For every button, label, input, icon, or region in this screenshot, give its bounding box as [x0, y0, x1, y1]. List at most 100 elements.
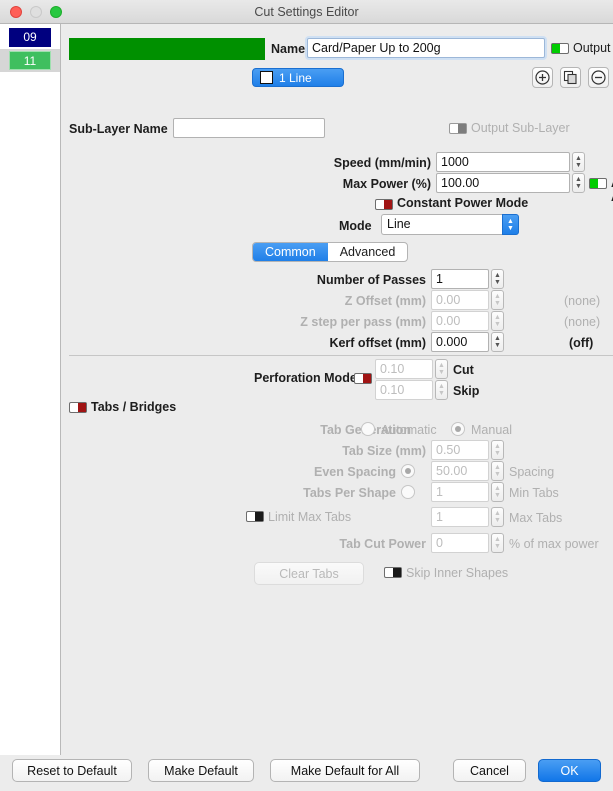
passes-label: Number of Passes [316, 273, 426, 287]
tabs-bridges-toggle[interactable] [69, 402, 87, 413]
passes-input[interactable] [431, 269, 489, 289]
tab-advanced[interactable]: Advanced [328, 243, 408, 261]
cancel-button[interactable]: Cancel [453, 759, 526, 782]
remove-icon [591, 70, 606, 85]
z-offset-input [431, 290, 489, 310]
mode-select[interactable]: Line ▲ ▼ [381, 214, 519, 235]
tab-generation-manual-radio [451, 422, 465, 436]
settings-panel: Name Output 1 Line [61, 24, 613, 755]
duplicate-layer-button[interactable] [560, 67, 581, 88]
window-titlebar: Cut Settings Editor [0, 0, 613, 24]
tab-cut-power-group: ▲▼ [431, 533, 504, 553]
even-spacing-radio [401, 464, 415, 478]
z-step-note: (none) [564, 315, 601, 329]
max-power-label: Max Power (%) [342, 177, 431, 191]
constant-power-toggle[interactable] [375, 199, 393, 210]
tabs-bridges-label: Tabs / Bridges [91, 400, 177, 414]
zoom-button[interactable] [50, 6, 62, 18]
limit-max-tabs-label: Limit Max Tabs [268, 510, 352, 524]
name-input[interactable] [307, 38, 545, 58]
kerf-offset-note: (off) [569, 336, 594, 350]
tab-size-input [431, 440, 489, 460]
kerf-offset-input[interactable] [431, 332, 489, 352]
z-step-label: Z step per pass (mm) [300, 315, 426, 329]
max-power-input[interactable] [436, 173, 570, 193]
perforation-cut-group: ▲▼ [375, 359, 448, 379]
limit-max-tabs-group: ▲▼ [431, 507, 504, 527]
mode-label: Mode [339, 219, 372, 233]
perforation-mode-label: Perforation Mode [254, 371, 357, 385]
z-offset-note: (none) [564, 294, 601, 308]
minimize-button[interactable] [30, 6, 42, 18]
speed-field-group[interactable]: ▲▼ [436, 152, 585, 172]
duplicate-icon [563, 70, 577, 85]
kerf-offset-field-group[interactable]: ▲▼ [431, 332, 504, 352]
dialog-footer: Reset to Default Make Default Make Defau… [0, 755, 613, 791]
tab-size-group: ▲▼ [431, 440, 504, 460]
line-type-label: 1 Line [279, 70, 312, 85]
perforation-skip-label: Skip [453, 384, 480, 398]
perforation-mode-toggle[interactable] [354, 373, 372, 384]
output-sublayer-label: Output Sub-Layer [471, 121, 570, 135]
tab-cut-power-input [431, 533, 489, 553]
speed-label: Speed (mm/min) [333, 156, 431, 170]
tab-generation-automatic-radio [361, 422, 375, 436]
z-step-input [431, 311, 489, 331]
perforation-cut-stepper: ▲ ▼ [435, 359, 448, 379]
ok-button[interactable]: OK [538, 759, 601, 782]
limit-max-tabs-toggle [246, 511, 264, 522]
z-step-field-group: ▲▼ [431, 311, 504, 331]
add-icon [535, 70, 550, 85]
tabs-per-shape-stepper: ▲ ▼ [491, 482, 504, 502]
z-offset-field-group: ▲▼ [431, 290, 504, 310]
make-default-button[interactable]: Make Default [148, 759, 254, 782]
output-label: Output [573, 41, 611, 55]
output-sublayer-toggle[interactable] [449, 123, 467, 134]
limit-max-tabs-stepper: ▲ ▼ [491, 507, 504, 527]
perforation-cut-input [375, 359, 433, 379]
passes-stepper[interactable]: ▲ ▼ [491, 269, 504, 289]
perforation-skip-input [375, 380, 433, 400]
tabs-per-shape-radio [401, 485, 415, 499]
constant-power-label: Constant Power Mode [397, 196, 529, 210]
settings-tabs[interactable]: Common Advanced [252, 242, 409, 262]
sublayer-name-input[interactable] [173, 118, 325, 138]
z-step-stepper: ▲ ▼ [491, 311, 504, 331]
make-default-for-all-button[interactable]: Make Default for All [270, 759, 420, 782]
close-button[interactable] [10, 6, 22, 18]
speed-input[interactable] [436, 152, 570, 172]
layer-color-swatch[interactable] [69, 38, 265, 60]
skip-inner-shapes-toggle [384, 567, 402, 578]
remove-layer-button[interactable] [588, 67, 609, 88]
tab-size-label: Tab Size (mm) [342, 444, 426, 458]
limit-max-tabs-input [431, 507, 489, 527]
percent-max-power-label: % of max power [509, 537, 599, 551]
layer-row-11[interactable]: 11 [0, 49, 60, 72]
max-power-stepper[interactable]: ▲ ▼ [572, 173, 585, 193]
kerf-offset-label: Kerf offset (mm) [329, 336, 426, 350]
max-power-field-group[interactable]: ▲▼ [436, 173, 585, 193]
line-type-button[interactable]: 1 Line [252, 68, 344, 87]
speed-stepper[interactable]: ▲ ▼ [572, 152, 585, 172]
tab-common[interactable]: Common [253, 243, 328, 261]
name-label: Name [271, 42, 306, 56]
reset-to-default-button[interactable]: Reset to Default [12, 759, 132, 782]
air-assist-toggle[interactable] [589, 178, 607, 189]
add-layer-button[interactable] [532, 67, 553, 88]
passes-field-group[interactable]: ▲▼ [431, 269, 504, 289]
layer-chip-11[interactable]: 11 [9, 51, 51, 70]
kerf-offset-stepper[interactable]: ▲ ▼ [491, 332, 504, 352]
tab-cut-power-stepper: ▲ ▼ [491, 533, 504, 553]
output-toggle[interactable] [551, 43, 569, 54]
spacing-label: Spacing [509, 465, 555, 479]
layer-chip-09[interactable]: 09 [9, 28, 51, 47]
mode-value: Line [381, 214, 502, 235]
layer-row-09[interactable]: 09 [0, 26, 60, 49]
perforation-skip-stepper: ▲ ▼ [435, 380, 448, 400]
tab-generation-automatic-label: Automatic [381, 423, 437, 437]
layer-list[interactable]: 09 11 [0, 24, 61, 755]
window-title: Cut Settings Editor [254, 4, 359, 19]
tabs-per-shape-input [431, 482, 489, 502]
tab-cut-power-label: Tab Cut Power [339, 537, 426, 551]
chevron-updown-icon: ▲ ▼ [502, 214, 519, 235]
